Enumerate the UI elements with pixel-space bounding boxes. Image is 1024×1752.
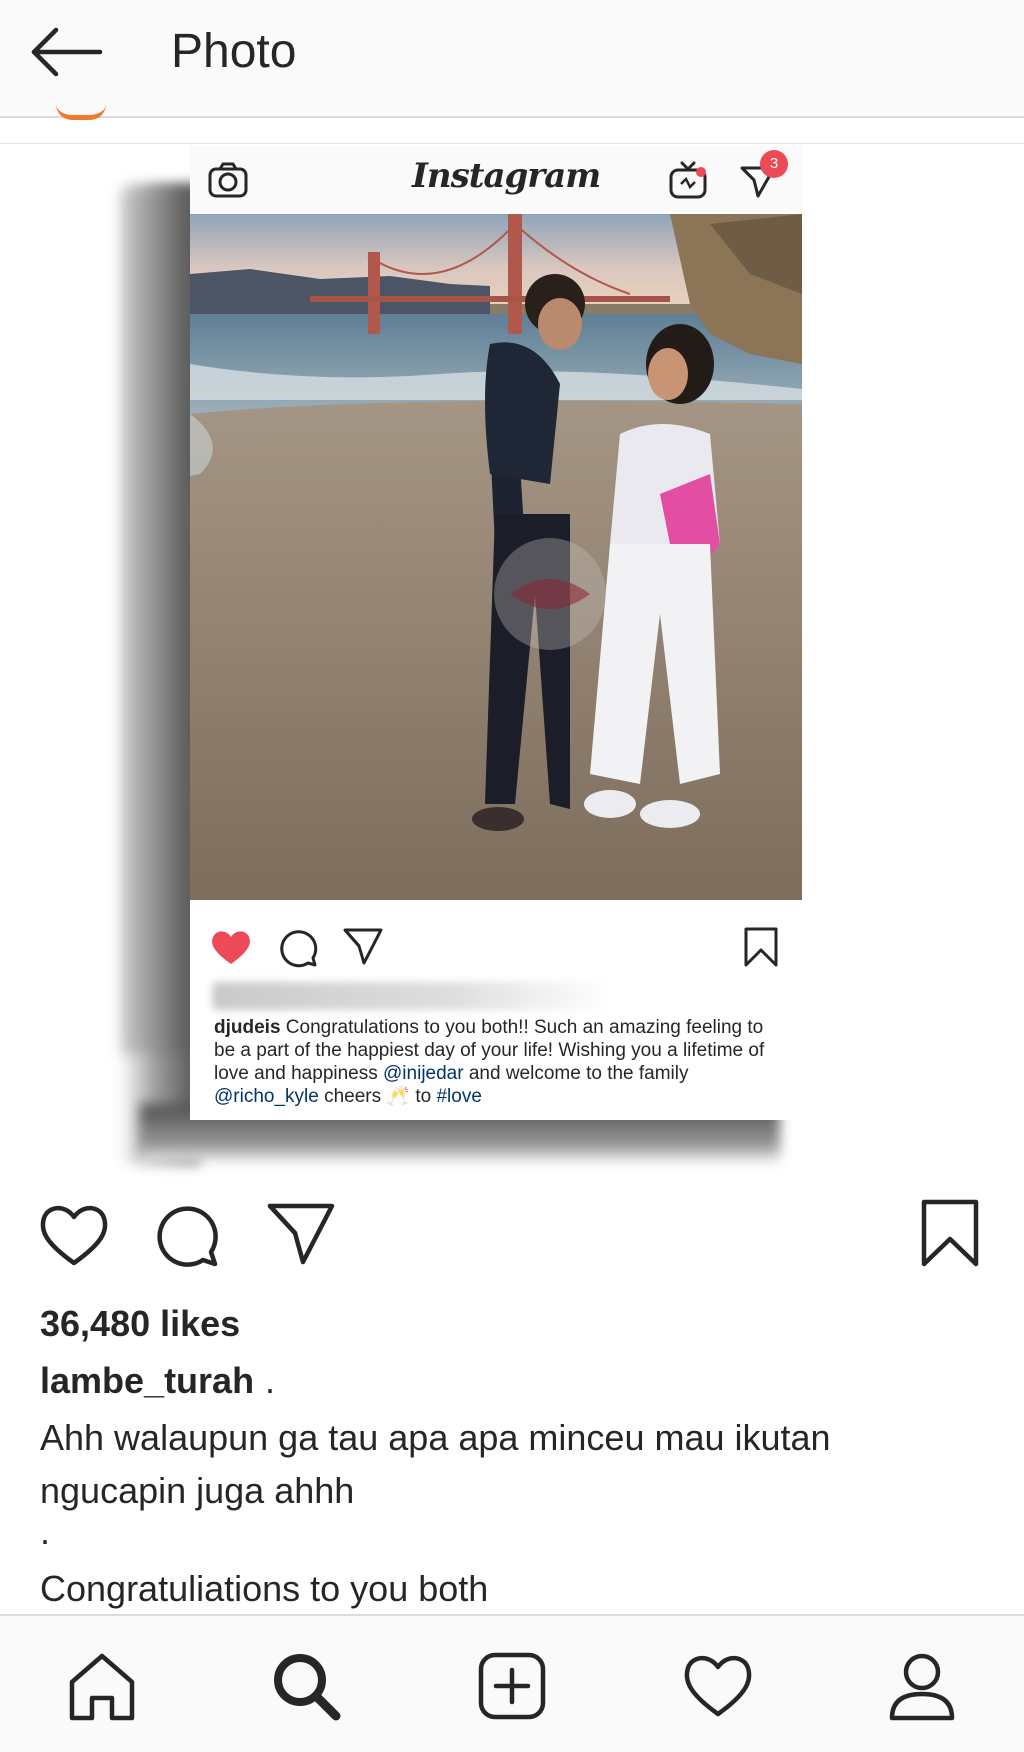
share-button[interactable] (266, 1200, 336, 1266)
mention-link: @richo_kyle (214, 1086, 319, 1107)
nav-profile[interactable] (884, 1648, 960, 1724)
camera-icon (208, 162, 248, 198)
comment-icon (157, 1206, 218, 1267)
mention-link: @inijedar (383, 1063, 464, 1084)
search-icon (274, 1654, 341, 1721)
post-image[interactable]: Instagram 3 djudeis Congratulations to y… (0, 144, 1024, 1169)
heart-icon (684, 1655, 752, 1717)
igtv-icon (669, 161, 707, 199)
caption-username-suffix: . (265, 1360, 276, 1401)
profile-icon (889, 1653, 955, 1721)
embedded-caption: djudeis Congratulations to you both!! Su… (214, 1016, 784, 1108)
embedded-action-bar (190, 900, 802, 980)
heart-filled-icon (212, 931, 250, 964)
caption-separator: . (40, 1511, 51, 1552)
embedded-post-screenshot: Instagram 3 djudeis Congratulations to y… (190, 146, 802, 1120)
home-icon (69, 1653, 135, 1721)
heart-icon (40, 1205, 108, 1266)
couple-beach-photo (190, 214, 802, 900)
dm-badge: 3 (760, 150, 788, 178)
comment-button[interactable] (154, 1203, 220, 1267)
caption-text-line: Congratuliations to you both (40, 1568, 489, 1609)
nav-activity[interactable] (680, 1648, 756, 1724)
app-bar: Photo (0, 0, 1024, 118)
nav-search[interactable] (268, 1648, 344, 1724)
nav-home[interactable] (64, 1648, 140, 1724)
comment-icon (280, 930, 318, 968)
bookmark-icon (744, 927, 778, 967)
embedded-caption-username: djudeis (214, 1017, 281, 1038)
embedded-app-bar: Instagram 3 (190, 146, 802, 212)
page-title: Photo (171, 25, 297, 78)
likes-count[interactable]: 36,480 likes (40, 1303, 240, 1345)
share-icon (343, 928, 383, 965)
bottom-navigation (0, 1614, 1024, 1752)
back-button[interactable] (28, 24, 104, 80)
instagram-logo: Instagram (412, 156, 601, 196)
embedded-caption-text: cheers 🥂 to (318, 1086, 437, 1107)
like-button[interactable] (38, 1203, 110, 1267)
caption-username[interactable]: lambe_turah (40, 1360, 254, 1402)
add-icon (478, 1652, 546, 1720)
arrow-left-icon (31, 27, 103, 77)
save-button[interactable] (918, 1198, 982, 1268)
blurred-likes-row (212, 982, 612, 1010)
hashtag-link: #love (436, 1086, 482, 1107)
share-icon (267, 1203, 335, 1265)
embedded-caption-text: and welcome to the family (463, 1063, 689, 1084)
bookmark-icon (921, 1199, 979, 1267)
caption-text: Ahh walaupun ga tau apa apa minceu mau i… (40, 1417, 831, 1511)
nav-new-post[interactable] (474, 1648, 550, 1724)
